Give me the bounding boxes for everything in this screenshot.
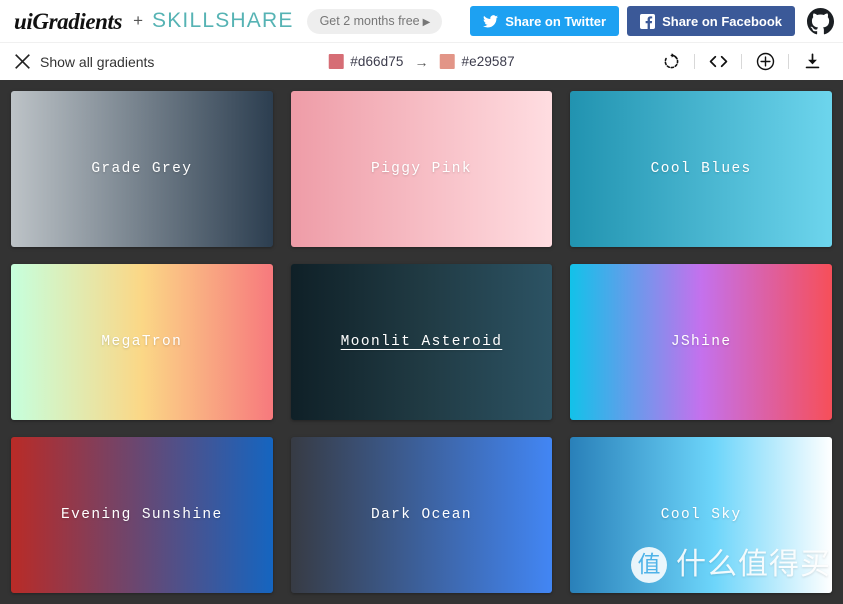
gradient-card-title: Piggy Pink <box>371 161 472 178</box>
show-all-gradients-button[interactable]: Show all gradients <box>14 53 154 70</box>
promo-caret-icon: ▶ <box>423 17 431 28</box>
gradient-direction-arrow-icon: → <box>415 54 429 70</box>
gradient-card-title: Cool Sky <box>661 507 742 524</box>
brand-logo[interactable]: uiGradients <box>14 10 122 33</box>
code-icon[interactable] <box>701 47 735 77</box>
color-hex-end[interactable]: #e29587 <box>462 54 515 69</box>
gradient-card-title: Grade Grey <box>91 161 192 178</box>
gradient-card[interactable]: MegaTron <box>11 264 273 420</box>
gradient-card[interactable]: Evening Sunshine <box>11 437 273 593</box>
gradient-card[interactable]: JShine <box>570 264 832 420</box>
toolbar-divider <box>788 54 789 69</box>
gradient-card[interactable]: Dark Ocean <box>291 437 553 593</box>
brand-plus-separator: + <box>133 11 143 31</box>
share-twitter-label: Share on Twitter <box>505 14 606 29</box>
toolbar-divider <box>694 54 695 69</box>
toolbar-actions <box>654 47 829 77</box>
gradient-card[interactable]: Moonlit Asteroid <box>291 264 553 420</box>
toolbar-divider <box>741 54 742 69</box>
gradient-card-title: JShine <box>671 334 732 351</box>
twitter-icon <box>483 15 498 28</box>
github-icon[interactable] <box>805 6 835 36</box>
gradient-card-title: Evening Sunshine <box>61 507 223 524</box>
gradient-card-title: Cool Blues <box>651 161 752 178</box>
gradient-card[interactable]: Piggy Pink <box>291 91 553 247</box>
partner-logo-skillshare[interactable]: SKILLSHARE <box>152 9 294 33</box>
gradient-card[interactable]: Grade Grey <box>11 91 273 247</box>
promo-badge[interactable]: Get 2 months free▶ <box>307 9 443 34</box>
gradient-grid: Grade Grey Piggy Pink Cool Blues MegaTron Mo… <box>0 80 843 604</box>
refresh-icon[interactable] <box>654 47 688 77</box>
color-hex-start[interactable]: #d66d75 <box>350 54 403 69</box>
gradient-card[interactable]: Cool Blues <box>570 91 832 247</box>
header-actions: Share on Twitter Share on Facebook <box>470 0 835 42</box>
share-on-twitter-button[interactable]: Share on Twitter <box>470 6 619 36</box>
color-swatch-start[interactable] <box>328 54 343 69</box>
gradient-card-title: MegaTron <box>101 334 182 351</box>
gradient-card-title: Dark Ocean <box>371 507 472 524</box>
download-icon[interactable] <box>795 47 829 77</box>
share-on-facebook-button[interactable]: Share on Facebook <box>627 6 795 36</box>
close-x-icon <box>14 53 31 70</box>
gradient-toolbar: Show all gradients #d66d75 → #e29587 <box>0 42 843 80</box>
gradient-card[interactable]: Cool Sky <box>570 437 832 593</box>
show-all-gradients-label: Show all gradients <box>40 54 154 70</box>
gradient-color-stops: #d66d75 → #e29587 <box>328 54 515 70</box>
promo-label: Get 2 months free <box>320 14 420 28</box>
gradient-card-title: Moonlit Asteroid <box>341 334 503 351</box>
plus-circle-icon[interactable] <box>748 47 782 77</box>
facebook-icon <box>640 14 655 29</box>
color-swatch-end[interactable] <box>440 54 455 69</box>
share-facebook-label: Share on Facebook <box>662 14 782 29</box>
site-header: uiGradients + SKILLSHARE Get 2 months fr… <box>0 0 843 42</box>
